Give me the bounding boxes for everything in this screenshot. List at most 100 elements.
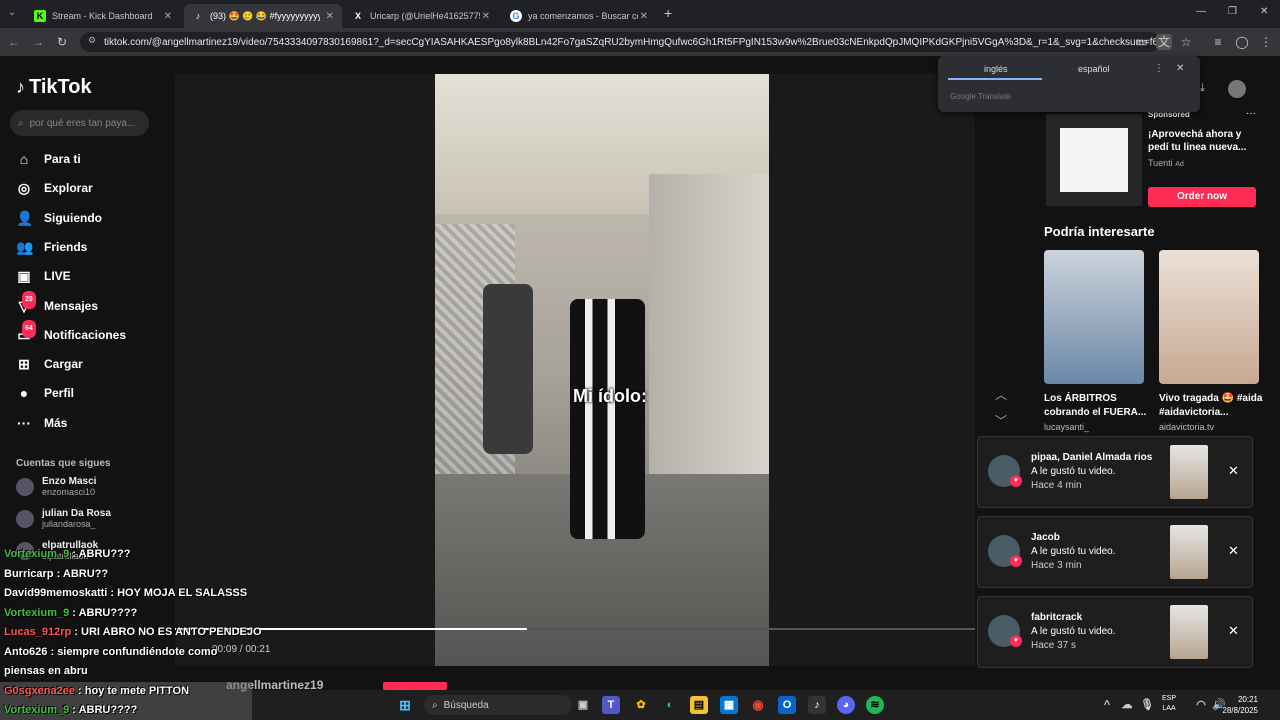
- windows-start-icon[interactable]: ⊞: [396, 696, 414, 714]
- video-player[interactable]: Mi ídolo:: [435, 74, 769, 666]
- sidebar-item-live[interactable]: ▣ LIVE: [16, 265, 70, 287]
- maximize-button[interactable]: ❐: [1228, 6, 1237, 17]
- taskbar-search[interactable]: ⌕ Búsqueda: [424, 695, 572, 715]
- chat-text: : ABRU????: [72, 704, 138, 716]
- bookmark-star-icon[interactable]: ☆: [1178, 34, 1194, 50]
- more-icon[interactable]: ⋮: [1154, 63, 1164, 74]
- sidebar-item-más[interactable]: ··· Más: [16, 412, 67, 434]
- lang-to-tab[interactable]: español: [1078, 64, 1110, 74]
- clock[interactable]: 20:21 28/8/2025: [1222, 694, 1258, 716]
- more-icon: ···: [17, 414, 31, 431]
- chat-text: piensas en abru: [4, 665, 88, 677]
- close-icon[interactable]: ✕: [326, 11, 334, 22]
- following-icon: 👤: [16, 209, 34, 226]
- chevron-up-icon[interactable]: ^: [1098, 696, 1116, 714]
- teams-icon[interactable]: T: [602, 696, 620, 714]
- reload-icon[interactable]: ↻: [54, 34, 70, 50]
- store-icon[interactable]: ▦: [720, 696, 738, 714]
- profile-avatar[interactable]: [1228, 80, 1246, 98]
- messages-icon: ▽29: [16, 290, 36, 314]
- menu-icon[interactable]: ⋮: [1258, 34, 1274, 50]
- address-bar: ← → ↻ ⚙ tiktok.com/@angellmartinez19/vid…: [0, 28, 1280, 56]
- copilot-icon[interactable]: ✿: [632, 696, 650, 714]
- ad-brand-name: Tuenti: [1148, 158, 1173, 168]
- task-view-icon[interactable]: ▣: [574, 696, 592, 714]
- count-badge: 29: [22, 290, 36, 309]
- sidebar-item-para-ti[interactable]: ⌂ Para ti: [16, 148, 81, 170]
- download-icon[interactable]: ⤓: [1200, 82, 1205, 95]
- notif-time: Hace 4 min: [1031, 480, 1082, 491]
- close-icon[interactable]: ✕: [640, 11, 648, 22]
- previous-video-icon[interactable]: ︿: [990, 384, 1012, 406]
- chat-text: : siempre confundiéndote como: [50, 645, 218, 658]
- following-item[interactable]: julian Da Rosa juliandarosa_: [16, 508, 111, 529]
- chrome-icon[interactable]: ◉: [749, 696, 767, 714]
- sidebar-item-mensajes[interactable]: ▽29 Mensajes: [16, 290, 98, 317]
- sidebar-item-perfil[interactable]: ● Perfil: [16, 382, 74, 404]
- suggested-title[interactable]: Vivo tragada 🤩 #aida #aidavictoria...: [1159, 392, 1263, 420]
- wifi-icon[interactable]: ◠: [1192, 696, 1210, 714]
- account-icon[interactable]: ◯: [1234, 34, 1250, 50]
- suggested-video-thumb[interactable]: [1044, 250, 1144, 384]
- kick-icon: K: [34, 10, 46, 22]
- tab-google[interactable]: G ya comenzamos - Buscar con G ✕: [502, 4, 656, 28]
- translate-icon[interactable]: 文: [1156, 34, 1172, 50]
- minimize-button[interactable]: —: [1196, 6, 1206, 17]
- back-icon[interactable]: ←: [6, 34, 22, 50]
- edge-icon[interactable]: ◐: [661, 696, 679, 714]
- search-input[interactable]: ⌕ por qué eres tan paya...: [10, 110, 149, 136]
- more-icon[interactable]: ···: [1246, 108, 1256, 119]
- video-progress[interactable]: [175, 628, 975, 630]
- tiktok-app-icon[interactable]: ♪: [808, 696, 826, 714]
- close-icon[interactable]: ✕: [1228, 543, 1239, 559]
- profile-icon: ●: [19, 385, 29, 402]
- close-window-button[interactable]: ✕: [1260, 6, 1268, 17]
- chat-username: Burricarp: [4, 567, 54, 580]
- new-tab-button[interactable]: +: [664, 5, 672, 21]
- notification-toast[interactable]: ♥ pipaa, Daniel Almada rios A le gustó t…: [977, 436, 1253, 508]
- suggested-title[interactable]: Los ÁRBITROS cobrando el FUERA...: [1044, 392, 1148, 420]
- discord-icon[interactable]: ◕: [837, 696, 855, 714]
- sidebar-item-friends[interactable]: 👥 Friends: [16, 236, 87, 258]
- sidebar-item-cargar[interactable]: ⊞ Cargar: [16, 353, 83, 375]
- microphone-icon[interactable]: 🎙: [1138, 696, 1156, 714]
- close-icon[interactable]: ✕: [1228, 623, 1239, 639]
- notification-toast[interactable]: ♥ fabritcrack A le gustó tu video. Hace …: [977, 596, 1253, 668]
- tab-tiktok[interactable]: ♪ (93) 🤩 🥲 😂 #fyyyyyyyyyyy ✕: [184, 4, 342, 28]
- forward-icon[interactable]: →: [30, 34, 46, 50]
- reading-list-icon[interactable]: ≡: [1210, 34, 1226, 50]
- language-indicator[interactable]: ESP LAA: [1162, 694, 1176, 714]
- url-field[interactable]: ⚙ tiktok.com/@angellmartinez19/video/754…: [80, 32, 1160, 52]
- notification-toast[interactable]: ♥ Jacob A le gustó tu video. Hace 3 min …: [977, 516, 1253, 588]
- lang-from-tab[interactable]: inglés: [984, 64, 1008, 74]
- close-icon[interactable]: ✕: [482, 11, 490, 22]
- tab-kick[interactable]: K Stream - Kick Dashboard ✕: [26, 4, 180, 28]
- close-icon[interactable]: ✕: [164, 11, 172, 22]
- suggested-video-thumb[interactable]: [1159, 250, 1259, 384]
- next-video-icon[interactable]: ﹀: [990, 410, 1012, 432]
- suggested-user[interactable]: aidavictoria.tv: [1159, 422, 1214, 432]
- outlook-icon[interactable]: O: [778, 696, 796, 714]
- clock-date: 28/8/2025: [1222, 706, 1258, 715]
- tab-list-icon[interactable]: ⌄: [8, 7, 16, 18]
- following-item[interactable]: Enzo Masci enzomasci10: [16, 476, 96, 497]
- sidebar-item-explorar[interactable]: ◎ Explorar: [16, 177, 93, 199]
- spotify-icon[interactable]: ≋: [866, 696, 884, 714]
- follow-button[interactable]: [383, 682, 447, 690]
- chat-username: Lucas_912rp: [4, 626, 72, 638]
- tab-underline: [948, 78, 1042, 80]
- tab-x[interactable]: X Uricarp (@UrielHe41625775) / ✕: [344, 4, 498, 28]
- tiktok-logo[interactable]: ♪ TikTok: [16, 76, 92, 99]
- site-info-icon[interactable]: ⚙: [88, 35, 96, 46]
- order-now-button[interactable]: Order now: [1148, 187, 1256, 207]
- notif-name: Jacob: [1031, 532, 1060, 543]
- suggested-user[interactable]: lucaysanti_: [1044, 422, 1089, 432]
- onedrive-icon[interactable]: ☁: [1118, 696, 1136, 714]
- sidebar-item-siguiendo[interactable]: 👤 Siguiendo: [16, 207, 102, 229]
- close-icon[interactable]: ✕: [1176, 63, 1184, 74]
- chat-text: : HOY MOJA EL SALASSS: [110, 587, 248, 599]
- file-explorer-icon[interactable]: ▤: [690, 696, 708, 714]
- sidebar-item-notificaciones[interactable]: ▭64 Notificaciones: [16, 319, 126, 346]
- close-icon[interactable]: ✕: [1228, 463, 1239, 479]
- cast-icon[interactable]: ▭: [1134, 34, 1150, 50]
